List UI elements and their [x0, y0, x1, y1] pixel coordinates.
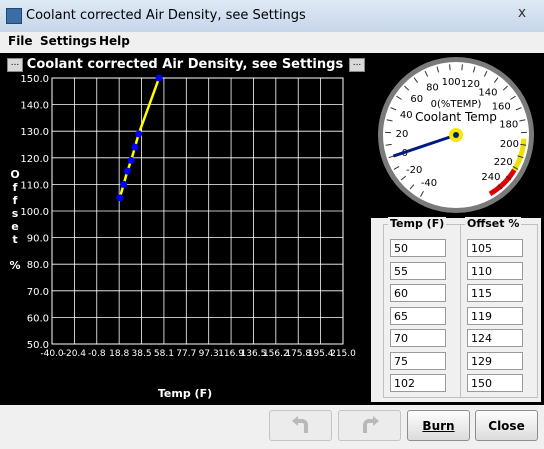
x-tick-label: 77.7 [176, 349, 196, 359]
y-axis-label-char: % [8, 259, 22, 272]
coolant-temp-gauge: -40-200204060801001201401601802002202400… [371, 53, 541, 217]
y-axis-label: Offset % [8, 168, 22, 272]
y-tick-label: 60.0 [27, 313, 49, 324]
y-tick-label: 110.0 [20, 180, 49, 191]
x-tick-label: 58.1 [154, 349, 174, 359]
y-tick-label: 100.0 [20, 207, 49, 218]
temp-cell[interactable]: 55 [390, 262, 446, 280]
data-point [116, 194, 123, 201]
redo-button[interactable] [338, 410, 401, 441]
temp-cell[interactable]: 102 [390, 374, 446, 392]
data-point [124, 168, 131, 175]
offset-series-line [120, 78, 159, 198]
offset-cell[interactable]: 150 [467, 374, 523, 392]
temp-cell[interactable]: 60 [390, 284, 446, 302]
menu-file[interactable]: File [8, 34, 33, 48]
offset-column-header: Offset % [465, 217, 521, 230]
gauge-tick [462, 64, 463, 70]
temp-cell[interactable]: 50 [390, 239, 446, 257]
gauge-title: Coolant Temp [415, 110, 497, 124]
window-title: Coolant corrected Air Density, see Setti… [26, 8, 306, 23]
gauge-scale-label: 140 [478, 87, 497, 98]
y-axis-label-char: e [8, 220, 22, 233]
offset-cell[interactable]: 105 [467, 239, 523, 257]
y-axis-label-char [8, 246, 22, 259]
data-point [120, 181, 127, 188]
y-tick-label: 140.0 [20, 101, 49, 112]
redo-icon [359, 415, 381, 437]
temp-cell[interactable]: 65 [390, 307, 446, 325]
gauge-scale-label: 240 [481, 172, 500, 183]
offset-line-chart[interactable]: -40.0-20.4-0.818.838.558.177.797.3116.91… [0, 53, 370, 405]
app-icon [6, 8, 22, 24]
burn-button-label: Burn [422, 419, 454, 433]
y-tick-label: 120.0 [20, 154, 49, 165]
menu-bar: File Settings Help [0, 32, 544, 52]
y-axis-label-char: f [8, 194, 22, 207]
data-point [128, 157, 135, 164]
close-button[interactable]: Close [475, 410, 538, 441]
menu-help[interactable]: Help [99, 34, 130, 48]
data-point [131, 144, 138, 151]
y-axis-label-char: s [8, 207, 22, 220]
gauge-scale-label: 120 [461, 79, 480, 90]
undo-button[interactable] [269, 410, 332, 441]
gauge-scale-label: 60 [410, 94, 423, 105]
gauge-tick [450, 64, 451, 70]
gauge-scale-label: 20 [396, 129, 409, 140]
gauge-hub-center [453, 132, 459, 138]
temp-cell[interactable]: 70 [390, 329, 446, 347]
offset-cell[interactable]: 124 [467, 329, 523, 347]
x-tick-label: 18.8 [109, 349, 129, 359]
offset-cell[interactable]: 115 [467, 284, 523, 302]
y-tick-label: 90.0 [27, 234, 49, 245]
x-tick-label: -20.4 [63, 349, 87, 359]
y-axis-label-char: O [8, 168, 22, 181]
x-tick-label: -0.8 [88, 349, 106, 359]
y-tick-label: 70.0 [27, 287, 49, 298]
close-window-button[interactable]: x [510, 3, 534, 23]
y-tick-label: 130.0 [20, 127, 49, 138]
offset-cell[interactable]: 119 [467, 307, 523, 325]
x-tick-label: 215.0 [330, 349, 356, 359]
y-axis-label-char: f [8, 181, 22, 194]
gauge-scale-label: 220 [494, 157, 513, 168]
curve-table: Temp (F) 50 55 60 65 70 75 102 Offset % 105 110… [371, 218, 541, 402]
y-tick-label: 150.0 [20, 74, 49, 85]
menu-settings[interactable]: Settings [40, 34, 97, 48]
y-axis-label-char: t [8, 233, 22, 246]
close-button-label: Close [488, 419, 524, 433]
gauge-value-text: 0(%TEMP) [431, 99, 482, 110]
x-tick-label: 97.3 [199, 349, 219, 359]
undo-icon [290, 415, 312, 437]
temp-cell[interactable]: 75 [390, 352, 446, 370]
offset-cell[interactable]: 129 [467, 352, 523, 370]
gauge-scale-label: -40 [421, 178, 437, 189]
y-tick-label: 50.0 [27, 340, 49, 351]
gauge-scale-label: -20 [406, 165, 422, 176]
gauge-scale-label: 180 [499, 119, 518, 130]
temp-column-header: Temp (F) [388, 217, 446, 230]
x-axis-label: Temp (F) [0, 387, 370, 400]
gauge-scale-label: 200 [500, 139, 519, 150]
title-bar: Coolant corrected Air Density, see Setti… [0, 0, 544, 33]
x-tick-label: 38.5 [132, 349, 152, 359]
data-point [156, 75, 163, 82]
gauge-scale-label: 40 [400, 110, 413, 121]
offset-cell[interactable]: 110 [467, 262, 523, 280]
y-tick-label: 80.0 [27, 260, 49, 271]
temp-column: Temp (F) 505560657075102 [383, 224, 461, 398]
gauge-scale-label: 100 [442, 77, 461, 88]
offset-column: Offset % 105110115119124129150 [460, 224, 538, 398]
gauge-scale-label: 80 [426, 82, 439, 93]
data-point [135, 130, 142, 137]
burn-button[interactable]: Burn [407, 410, 470, 441]
